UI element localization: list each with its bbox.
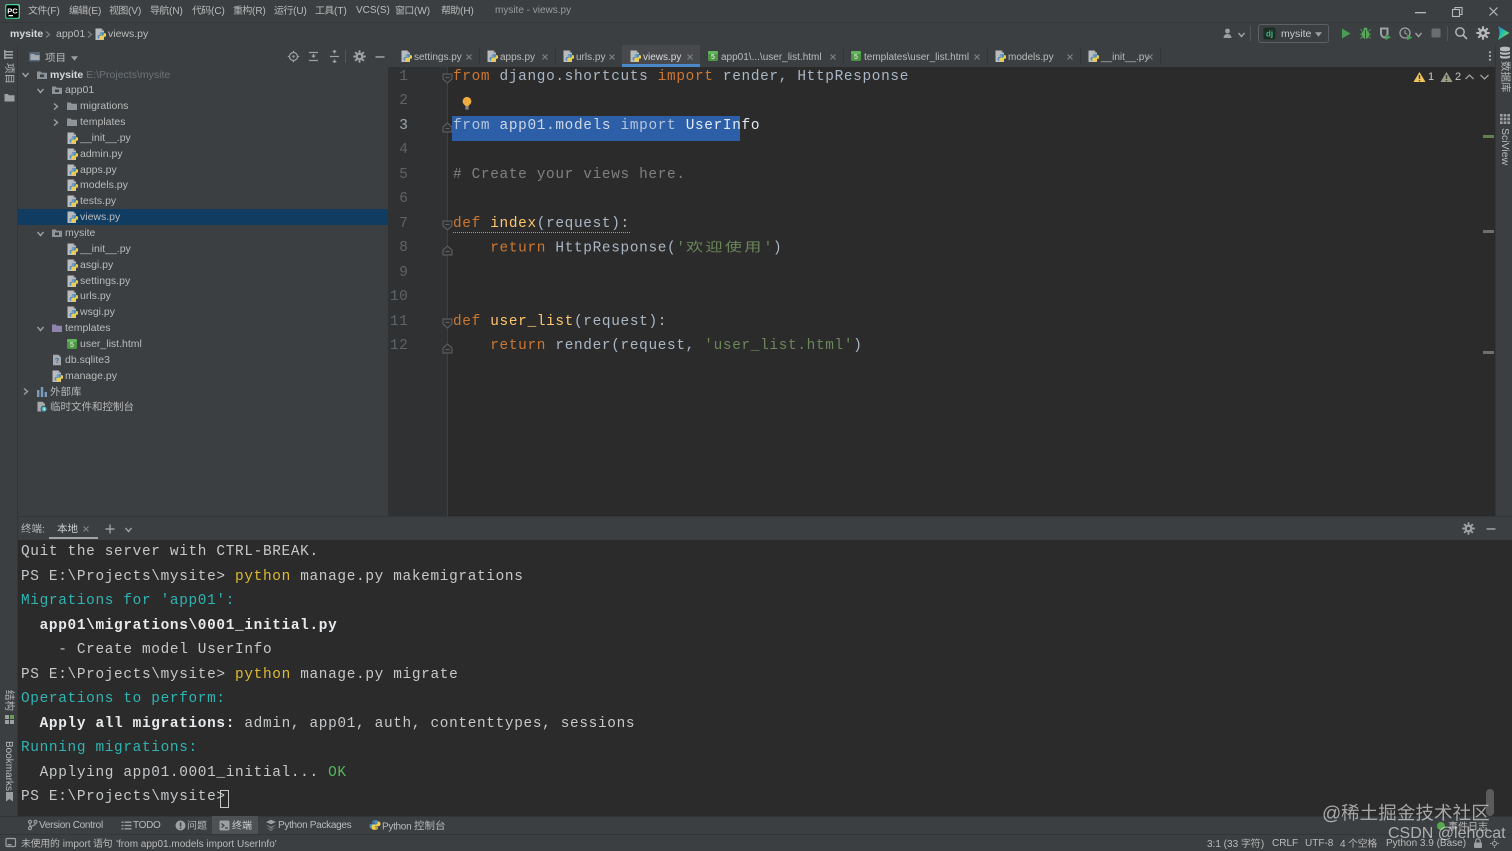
svg-text:5: 5 — [711, 54, 715, 61]
svg-text:dj: dj — [1266, 30, 1273, 39]
svg-text:5: 5 — [854, 54, 858, 61]
svg-text:5: 5 — [70, 342, 74, 349]
svg-text:PC: PC — [7, 7, 18, 16]
svg-text:?: ? — [55, 356, 60, 365]
